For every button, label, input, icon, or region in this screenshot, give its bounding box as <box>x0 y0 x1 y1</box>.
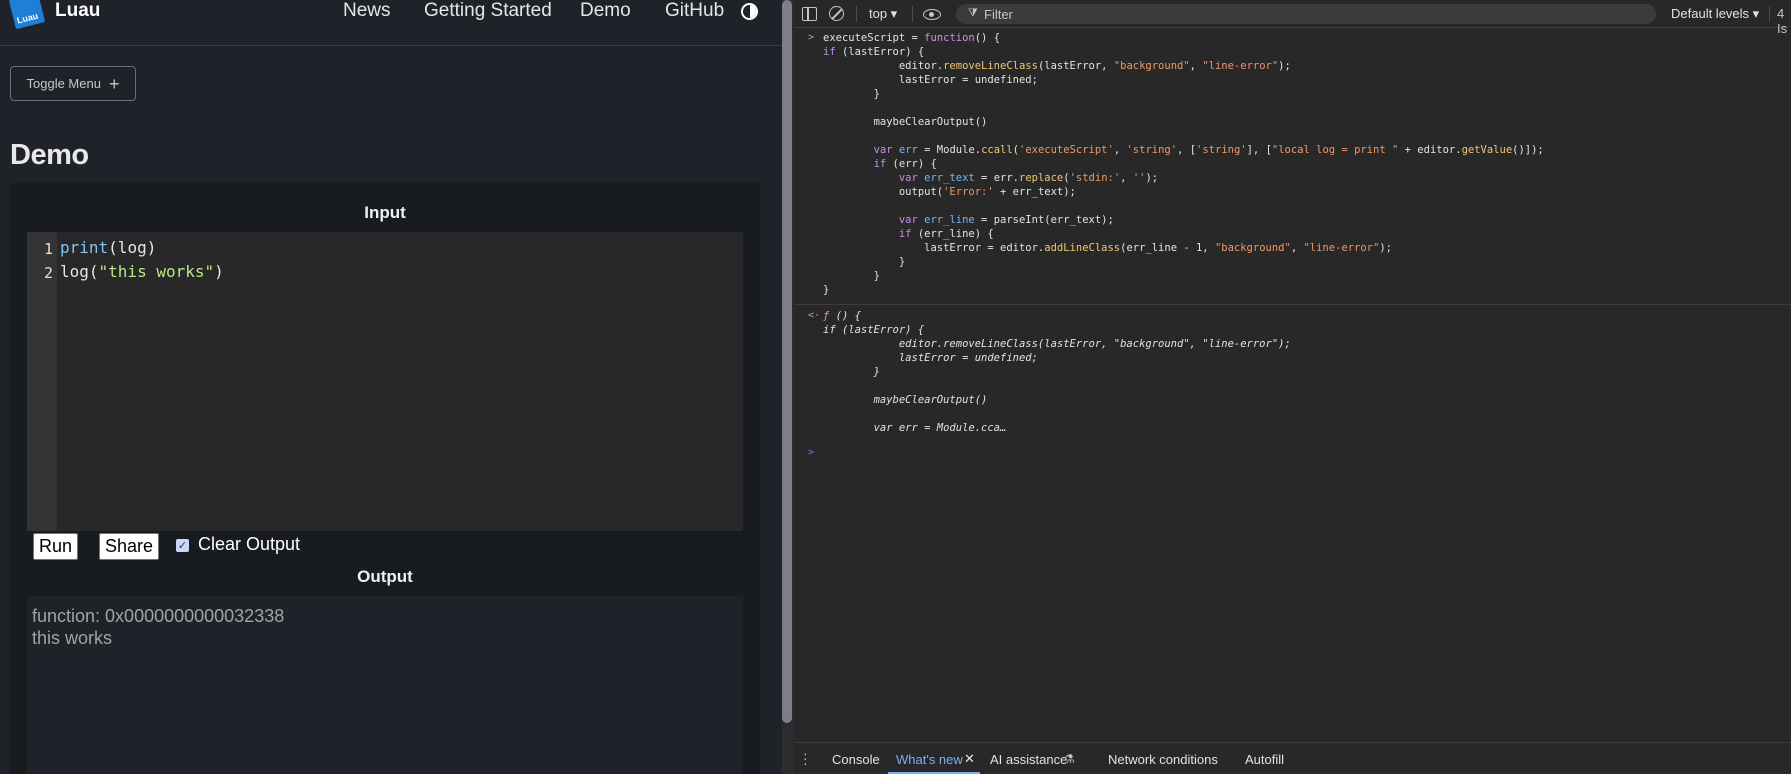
sidebar-toggle-icon[interactable] <box>802 7 817 21</box>
top-navbar: Luau Luau News Getting Started Demo GitH… <box>0 0 782 46</box>
brand-name[interactable]: Luau <box>55 0 100 22</box>
live-expression-eye-icon[interactable] <box>923 9 941 20</box>
console-code-line: executeScript = function() { <box>823 32 1001 44</box>
luau-logo[interactable]: Luau <box>8 0 46 30</box>
run-button[interactable]: Run <box>33 533 79 560</box>
filter-input[interactable]: ⧩ Filter <box>956 4 1656 24</box>
clear-output-checkbox[interactable]: ✓ <box>176 539 189 552</box>
logo-text: Luau <box>15 10 40 26</box>
line-number-gutter: 1 2 <box>27 232 57 531</box>
line-number: 1 <box>43 240 53 258</box>
console-code-line: lastError = editor.addLineClass(err_line… <box>823 242 1392 254</box>
drawer-tab-bar: · · · Console What's new ✕ AI assistance ⚗… <box>794 742 1791 774</box>
console-divider <box>794 304 1791 305</box>
console-result-line: lastError = undefined; <box>823 352 1038 364</box>
return-value-icon: <· <box>808 310 821 321</box>
output-line: this works <box>32 628 113 648</box>
console-code-line: if (err_line) { <box>898 228 994 240</box>
console-output[interactable]: > executeScript = function() { if (lastE… <box>794 30 1791 742</box>
code-line-2[interactable]: log("this works") <box>60 262 224 281</box>
luau-demo-page: Luau Luau News Getting Started Demo GitH… <box>0 0 782 774</box>
nav-getting-started[interactable]: Getting Started <box>424 0 552 22</box>
more-tabs-icon[interactable]: · · · <box>803 746 808 770</box>
console-result-line: if (lastError) { <box>823 324 925 336</box>
drawer-tab-network-conditions[interactable]: Network conditions <box>1108 752 1218 767</box>
nav-demo[interactable]: Demo <box>580 0 631 22</box>
drawer-tab-autofill[interactable]: Autofill <box>1245 752 1284 767</box>
toolbar-divider <box>912 6 913 22</box>
line-number: 2 <box>43 264 53 282</box>
filter-placeholder: Filter <box>984 7 1013 22</box>
nav-news[interactable]: News <box>343 0 391 22</box>
output-line: function: 0x0000000000032338 <box>32 606 285 626</box>
input-title: Input <box>364 203 406 222</box>
output-title: Output <box>357 567 413 586</box>
code-line-1[interactable]: print(log) <box>60 238 156 257</box>
toolbar-divider <box>1769 6 1770 22</box>
devtools-panel: top ▾ ⧩ Filter Default levels ▾ 4 Is > e… <box>794 0 1791 774</box>
drawer-tab-whats-new[interactable]: What's new <box>896 752 963 767</box>
close-tab-icon[interactable]: ✕ <box>964 751 975 767</box>
drawer-tab-ai-assistance[interactable]: AI assistance <box>990 752 1067 767</box>
console-code-line: if (err) { <box>873 158 937 170</box>
clear-output-label[interactable]: Clear Output <box>198 534 300 555</box>
nav-github[interactable]: GitHub <box>665 0 724 22</box>
console-code-line: var err = Module.ccall('executeScript', … <box>873 144 1544 156</box>
console-result-line[interactable]: ƒ () { <box>823 309 861 323</box>
console-code-line: } <box>823 256 906 268</box>
demo-card: Input 1 2 print(log) log("this works") R… <box>10 183 760 774</box>
console-result-line: editor.removeLineClass(lastError, "backg… <box>823 338 1291 350</box>
console-result-line: } <box>823 366 880 378</box>
toggle-menu-button[interactable]: Toggle Menu + <box>10 66 136 101</box>
console-code-line: if (lastError) { <box>823 46 925 58</box>
console-code-line: var err_text = err.replace('stdin:', '')… <box>898 172 1159 184</box>
page-title: Demo <box>10 139 89 171</box>
log-levels-dropdown[interactable]: Default levels ▾ <box>1671 6 1759 22</box>
console-result-line: maybeClearOutput() <box>823 394 988 406</box>
console-code-line: editor.removeLineClass(lastError, "backg… <box>823 60 1291 72</box>
console-code-line: } <box>823 284 830 296</box>
filter-icon: ⧩ <box>968 7 978 19</box>
theme-toggle-icon[interactable] <box>741 3 758 20</box>
console-code-line: var err_line = parseInt(err_text); <box>898 214 1114 226</box>
console-code-line: } <box>823 270 880 282</box>
plus-icon: + <box>108 73 120 94</box>
clear-console-icon[interactable] <box>829 6 844 21</box>
share-button[interactable]: Share <box>99 533 160 560</box>
toolbar-divider <box>856 6 857 22</box>
input-prompt-icon: > <box>808 32 815 43</box>
console-code-line: } <box>823 88 880 100</box>
console-code-line: output('Error:' + err_text); <box>823 186 1076 198</box>
console-code-line: maybeClearOutput() <box>823 116 988 128</box>
context-selector[interactable]: top ▾ <box>869 6 897 22</box>
experiment-flask-icon: ⚗ <box>1064 752 1075 766</box>
drawer-tab-console[interactable]: Console <box>832 752 880 767</box>
console-toolbar: top ▾ ⧩ Filter Default levels ▾ 4 Is <box>794 0 1791 36</box>
console-result-line: var err = Module.cca… <box>823 422 1007 434</box>
output-box: function: 0x0000000000032338 this works <box>27 596 743 774</box>
code-editor[interactable]: 1 2 print(log) log("this works") <box>27 232 743 531</box>
page-scrollbar[interactable] <box>782 0 792 723</box>
console-prompt-icon[interactable]: > <box>808 447 814 458</box>
toggle-menu-label: Toggle Menu <box>26 76 101 91</box>
console-code-line: lastError = undefined; <box>823 74 1038 86</box>
